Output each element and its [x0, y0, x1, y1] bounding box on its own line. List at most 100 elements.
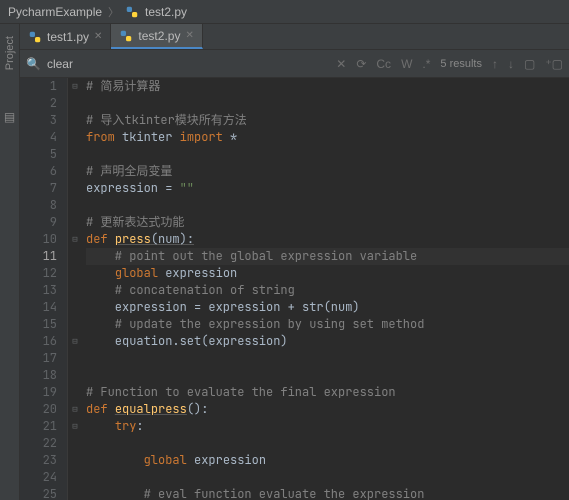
folder-icon[interactable]: ▤	[4, 110, 15, 124]
line-number[interactable]: 14	[20, 299, 57, 316]
prev-match-icon[interactable]: ↑	[492, 57, 498, 71]
refresh-icon[interactable]: ⟳	[356, 57, 366, 71]
code-line[interactable]: # update the expression by using set met…	[86, 316, 569, 333]
fold-marker	[68, 384, 82, 401]
fold-marker	[68, 299, 82, 316]
fold-marker	[68, 129, 82, 146]
fold-marker[interactable]: ⊟	[68, 418, 82, 435]
line-number[interactable]: 15	[20, 316, 57, 333]
chevron-right-icon: 〉	[108, 4, 119, 20]
code-line[interactable]	[86, 469, 569, 486]
tab-label: test2.py	[138, 29, 180, 43]
fold-marker[interactable]: ⊟	[68, 333, 82, 350]
gutter: 1234567891011121314151617181920212223242…	[20, 78, 68, 500]
code-line[interactable]	[86, 435, 569, 452]
code-line[interactable]: # Function to evaluate the final express…	[86, 384, 569, 401]
code-line[interactable]: def press(num):	[86, 231, 569, 248]
tab-label: test1.py	[47, 30, 89, 44]
fold-marker	[68, 112, 82, 129]
code-line[interactable]: equation.set(expression)	[86, 333, 569, 350]
line-number[interactable]: 6	[20, 163, 57, 180]
line-number[interactable]: 25	[20, 486, 57, 500]
line-number[interactable]: 22	[20, 435, 57, 452]
line-number[interactable]: 2	[20, 95, 57, 112]
select-all-icon[interactable]: ▢	[524, 57, 535, 71]
line-number[interactable]: 13	[20, 282, 57, 299]
code-line[interactable]: # 更新表达式功能	[86, 214, 569, 231]
line-number[interactable]: 24	[20, 469, 57, 486]
fold-marker[interactable]: ⊟	[68, 401, 82, 418]
regex-toggle[interactable]: .*	[422, 57, 430, 71]
line-number[interactable]: 19	[20, 384, 57, 401]
close-find-icon[interactable]: ✕	[336, 57, 346, 71]
line-number[interactable]: 9	[20, 214, 57, 231]
code-line[interactable]	[86, 350, 569, 367]
line-number[interactable]: 16	[20, 333, 57, 350]
editor-tab[interactable]: test1.py ✕	[20, 24, 111, 49]
code-line[interactable]: # concatenation of string	[86, 282, 569, 299]
line-number[interactable]: 18	[20, 367, 57, 384]
line-number[interactable]: 17	[20, 350, 57, 367]
find-results-count: 5 results	[440, 58, 482, 70]
fold-marker[interactable]: ⊟	[68, 78, 82, 95]
line-number[interactable]: 10	[20, 231, 57, 248]
fold-marker	[68, 197, 82, 214]
line-number[interactable]: 5	[20, 146, 57, 163]
code-line[interactable]: # 简易计算器	[86, 78, 569, 95]
line-number[interactable]: 8	[20, 197, 57, 214]
fold-marker	[68, 265, 82, 282]
fold-marker	[68, 95, 82, 112]
code-line[interactable]	[86, 197, 569, 214]
line-number[interactable]: 3	[20, 112, 57, 129]
code-line[interactable]	[86, 95, 569, 112]
close-tab-icon[interactable]: ✕	[94, 31, 102, 42]
close-tab-icon[interactable]: ✕	[185, 30, 193, 41]
match-case-toggle[interactable]: Cc	[376, 57, 391, 71]
code-line[interactable]: # 声明全局变量	[86, 163, 569, 180]
line-number[interactable]: 20	[20, 401, 57, 418]
fold-column: ⊟⊟⊟⊟⊟	[68, 78, 82, 500]
fold-marker	[68, 350, 82, 367]
line-number[interactable]: 1	[20, 78, 57, 95]
breadcrumb-project[interactable]: PycharmExample	[8, 5, 102, 19]
fold-marker[interactable]: ⊟	[68, 231, 82, 248]
project-tool-button[interactable]: Project	[4, 36, 16, 70]
line-number[interactable]: 7	[20, 180, 57, 197]
code-line[interactable]: try:	[86, 418, 569, 435]
code-line[interactable]: expression = ""	[86, 180, 569, 197]
python-file-icon	[28, 30, 42, 44]
editor[interactable]: 1234567891011121314151617181920212223242…	[20, 78, 569, 500]
add-selection-icon[interactable]: ⁺▢	[545, 57, 563, 71]
code-line[interactable]	[86, 146, 569, 163]
code-line[interactable]: from tkinter import *	[86, 129, 569, 146]
fold-marker	[68, 180, 82, 197]
find-input[interactable]	[47, 57, 327, 71]
code-area[interactable]: # 简易计算器 # 导入tkinter模块所有方法from tkinter imp…	[82, 78, 569, 500]
code-line[interactable]: # point out the global expression variab…	[86, 248, 569, 265]
line-number[interactable]: 12	[20, 265, 57, 282]
line-number[interactable]: 4	[20, 129, 57, 146]
code-line[interactable]: expression = expression + str(num)	[86, 299, 569, 316]
find-bar: 🔍 ✕ ⟳ Cc W .* 5 results ↑ ↓ ▢ ⁺▢	[20, 50, 569, 78]
code-line[interactable]: def equalpress():	[86, 401, 569, 418]
line-number[interactable]: 11	[20, 248, 57, 265]
code-line[interactable]: # 导入tkinter模块所有方法	[86, 112, 569, 129]
fold-marker	[68, 248, 82, 265]
fold-marker	[68, 146, 82, 163]
line-number[interactable]: 21	[20, 418, 57, 435]
code-line[interactable]: # eval function evaluate the expression	[86, 486, 569, 500]
fold-marker	[68, 163, 82, 180]
editor-tab[interactable]: test2.py ✕	[111, 24, 202, 49]
words-toggle[interactable]: W	[401, 57, 412, 71]
breadcrumb-file[interactable]: test2.py	[145, 5, 187, 19]
code-line[interactable]: global expression	[86, 265, 569, 282]
breadcrumb: PycharmExample 〉 test2.py	[0, 0, 569, 24]
tool-window-rail: Project ▤	[0, 24, 20, 500]
line-number[interactable]: 23	[20, 452, 57, 469]
code-line[interactable]	[86, 367, 569, 384]
fold-marker	[68, 486, 82, 500]
next-match-icon[interactable]: ↓	[508, 57, 514, 71]
fold-marker	[68, 435, 82, 452]
code-line[interactable]: global expression	[86, 452, 569, 469]
fold-marker	[68, 452, 82, 469]
